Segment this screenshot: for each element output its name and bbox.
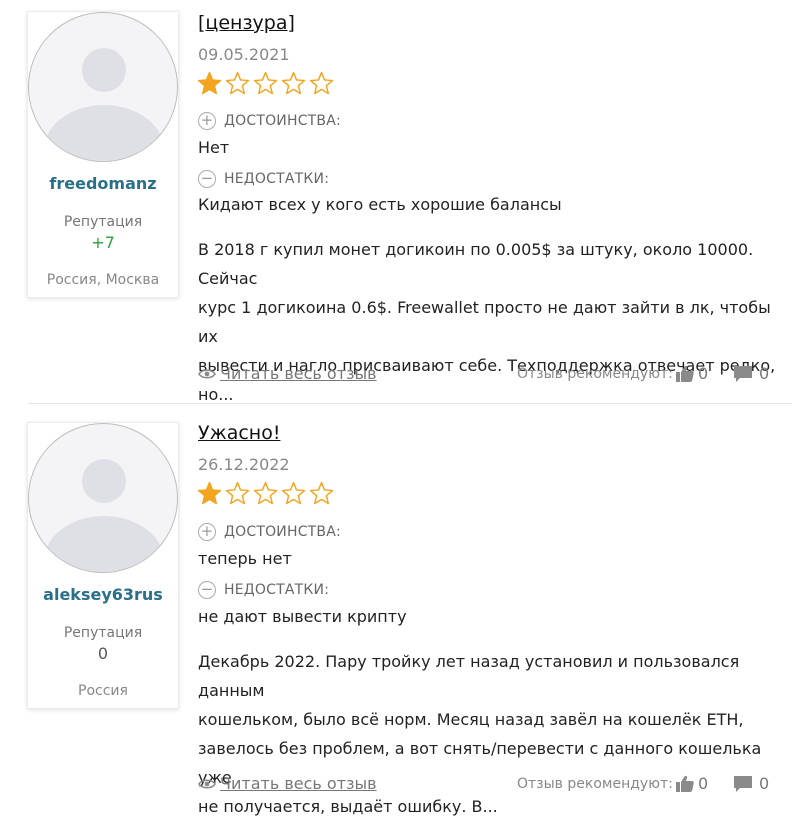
avatar-head	[82, 459, 126, 503]
read-full-review-text[interactable]: Читать весь отзыв	[220, 774, 377, 793]
review-item: aleksey63rus Репутация 0 Россия Ужасно! …	[0, 410, 809, 816]
pros-label: + ДОСТОИНСТВА:	[198, 523, 341, 541]
author-location: Россия	[78, 683, 128, 699]
read-full-review-link[interactable]: Читать весь отзыв	[198, 364, 377, 383]
cons-label: − НЕДОСТАТКИ:	[198, 581, 329, 599]
review-item: freedomanz Репутация +7 Россия, Москва […	[0, 0, 809, 404]
review-divider	[28, 403, 792, 404]
star-empty-icon	[253, 71, 278, 95]
review-body-line: Декабрь 2022. Пару тройку лет назад уста…	[198, 652, 740, 700]
speech-bubble-icon	[734, 775, 752, 792]
pros-label: + ДОСТОИНСТВА:	[198, 112, 341, 130]
minus-circle-icon: −	[198, 170, 216, 188]
author-username[interactable]: freedomanz	[28, 174, 178, 193]
cons-label: − НЕДОСТАТКИ:	[198, 170, 329, 188]
like-button[interactable]: 0	[676, 774, 708, 793]
comments-button[interactable]: 0	[733, 774, 769, 793]
comments-button[interactable]: 0	[733, 364, 769, 383]
star-empty-icon	[281, 481, 306, 505]
recommend-label: Отзыв рекомендуют:	[517, 366, 673, 382]
star-empty-icon	[309, 481, 334, 505]
minus-circle-icon: −	[198, 581, 216, 599]
star-empty-icon	[225, 71, 250, 95]
cons-label-text: НЕДОСТАТКИ:	[224, 582, 330, 598]
thumbs-up-icon	[676, 365, 694, 382]
plus-circle-icon: +	[198, 523, 216, 541]
star-empty-icon	[253, 481, 278, 505]
read-full-review-text[interactable]: Читать весь отзыв	[220, 364, 377, 383]
review-body: Декабрь 2022. Пару тройку лет назад уста…	[198, 647, 790, 821]
cons-text: не дают вывести крипту	[198, 607, 407, 626]
star-empty-icon	[281, 71, 306, 95]
reputation-value: +7	[91, 233, 115, 252]
pros-text: Нет	[198, 138, 230, 157]
star-filled-icon	[197, 481, 222, 505]
pros-label-text: ДОСТОИНСТВА:	[224, 524, 341, 540]
review-title[interactable]: Ужасно!	[198, 422, 280, 444]
cons-label-text: НЕДОСТАТКИ:	[224, 171, 330, 187]
author-location: Россия, Москва	[46, 272, 160, 288]
author-card: aleksey63rus Репутация 0 Россия	[27, 422, 179, 709]
plus-circle-icon: +	[198, 112, 216, 130]
avatar-body	[44, 516, 164, 572]
avatar[interactable]	[28, 423, 178, 573]
like-count: 0	[698, 364, 709, 383]
pros-label-text: ДОСТОИНСТВА:	[224, 113, 341, 129]
reputation-label: Репутация	[63, 625, 143, 641]
speech-bubble-icon	[734, 365, 752, 382]
eye-icon	[198, 368, 216, 379]
star-empty-icon	[225, 481, 250, 505]
reputation-label: Репутация	[63, 214, 143, 230]
star-empty-icon	[309, 71, 334, 95]
cons-text: Кидают всех у кого есть хорошие балансы	[198, 195, 562, 214]
avatar[interactable]	[28, 12, 178, 162]
review-body-line: но...	[198, 385, 234, 404]
comments-count: 0	[759, 774, 770, 793]
recommend-label: Отзыв рекомендуют:	[517, 776, 673, 792]
review-body-line: кошельком, было всё норм. Месяц назад за…	[198, 710, 744, 729]
review-body-line: В 2018 г купил монет догикоин по 0.005$ …	[198, 240, 754, 288]
review-body-line: курс 1 догикоина 0.6$. Freewallet просто…	[198, 298, 771, 346]
comments-count: 0	[759, 364, 770, 383]
review-body-line: не получается, выдаёт ошибку. В...	[198, 797, 498, 816]
rating-stars	[197, 481, 334, 506]
like-count: 0	[698, 774, 709, 793]
author-username[interactable]: aleksey63rus	[28, 585, 178, 604]
avatar-body	[44, 105, 164, 161]
eye-icon	[198, 778, 216, 789]
thumbs-up-icon	[676, 775, 694, 792]
star-filled-icon	[197, 71, 222, 95]
pros-text: теперь нет	[198, 549, 292, 568]
review-title[interactable]: [цензура]	[198, 12, 295, 34]
avatar-head	[82, 48, 126, 92]
rating-stars	[197, 71, 334, 96]
read-full-review-link[interactable]: Читать весь отзыв	[198, 774, 377, 793]
author-card: freedomanz Репутация +7 Россия, Москва	[27, 11, 179, 298]
reputation-value: 0	[97, 644, 109, 663]
like-button[interactable]: 0	[676, 364, 708, 383]
review-date: 26.12.2022	[198, 455, 290, 474]
review-date: 09.05.2021	[198, 45, 290, 64]
